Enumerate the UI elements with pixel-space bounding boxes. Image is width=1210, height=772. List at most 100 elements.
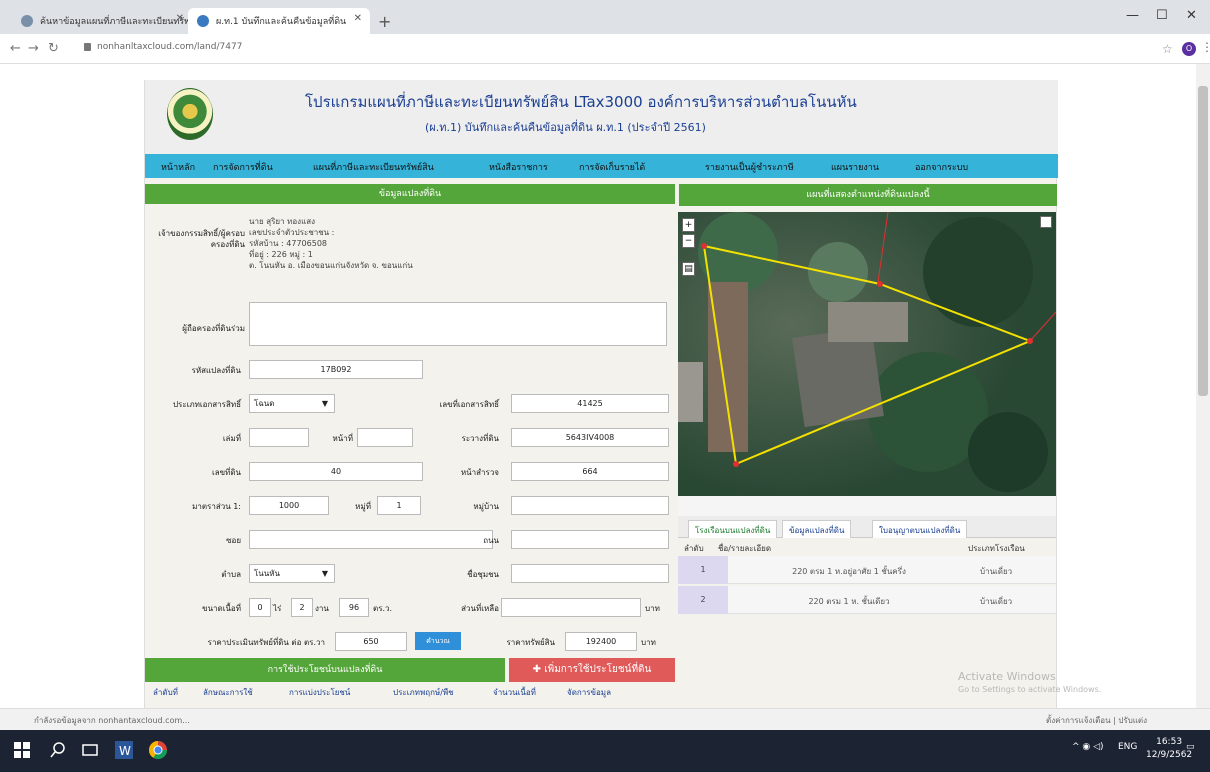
menu-land[interactable]: การจัดการที่ดิน xyxy=(213,160,273,174)
status-bar: กำลังรอข้อมูลจาก nonhantaxcloud.com... ต… xyxy=(0,708,1210,730)
doc-type-label: ประเภทเอกสารสิทธิ์ xyxy=(172,400,241,409)
price-label: ราคาประเมินทรัพย์ที่ดิน ต่อ ตร.วา xyxy=(207,638,325,647)
col-area: จำนวนเนื้อที่ xyxy=(493,688,536,697)
lock-icon xyxy=(84,42,91,51)
area-label: ขนาดเนื้อที่ xyxy=(202,604,241,613)
table-row[interactable]: 2 220 ตรม 1 ห. ชั้นเดียว บ้านเดี่ยว xyxy=(678,586,1056,614)
book-label: เล่มที่ xyxy=(222,434,241,443)
chrome-icon[interactable] xyxy=(148,740,168,760)
maximize-icon[interactable]: ☐ xyxy=(1156,8,1168,23)
search-icon[interactable] xyxy=(48,740,68,760)
scale-label: มาตราส่วน 1: xyxy=(192,502,241,511)
calculate-button[interactable]: คำนวณ xyxy=(415,632,461,650)
organization-logo xyxy=(167,88,213,140)
land-no-input[interactable]: 40 xyxy=(249,462,423,481)
url-field[interactable]: nonhanltaxcloud.com/land/7477 xyxy=(84,42,242,52)
menu-taxpayers[interactable]: รายงานเป็นผู้ชำระภาษี xyxy=(705,160,794,174)
task-view-icon[interactable] xyxy=(80,740,100,760)
close-tab-icon[interactable]: ✕ xyxy=(176,13,184,24)
col-manage: จัดการข้อมูล xyxy=(567,688,611,697)
layers-icon[interactable]: ▤ xyxy=(682,262,695,276)
remaining-input[interactable] xyxy=(501,598,641,617)
back-icon[interactable]: ← xyxy=(10,41,21,56)
scrollbar-thumb[interactable] xyxy=(1198,86,1208,396)
menu-revenue[interactable]: การจัดเก็บรายได้ xyxy=(579,160,645,174)
co-owner-input[interactable] xyxy=(249,302,667,346)
parcel-tabs: โรงเรือนบนแปลงที่ดิน ข้อมูลแปลงที่ดิน ใบ… xyxy=(678,516,1056,538)
tray-icons[interactable]: ^ ◉ ◁) xyxy=(1072,742,1104,752)
menu-documents[interactable]: หนังสือราชการ xyxy=(489,160,548,174)
forward-icon[interactable]: → xyxy=(28,41,39,56)
village-input[interactable] xyxy=(511,496,669,515)
browser-tab[interactable]: ค้นหาข้อมูลแผนที่ภาษีและทะเบียนทรัพย์สิน… xyxy=(12,8,192,34)
page-label: หน้าที่ xyxy=(332,434,353,443)
page-input[interactable] xyxy=(357,428,413,447)
menu-tax-map[interactable]: แผนที่ภาษีและทะเบียนทรัพย์สิน xyxy=(313,160,434,174)
area-wa-input[interactable]: 96 xyxy=(339,598,369,617)
doc-no-input[interactable]: 41425 xyxy=(511,394,669,413)
price-input[interactable]: 650 xyxy=(335,632,407,651)
wa-unit: ตร.ว. xyxy=(373,604,393,613)
browser-tab-active[interactable]: ผ.ท.1 บันทึกและค้นคืนข้อมูลที่ดิน ✕ xyxy=(188,8,370,34)
remaining-label: ส่วนที่เหลือ xyxy=(461,604,499,613)
community-label: ชื่อชุมชน xyxy=(467,570,499,579)
tab-permits[interactable]: ใบอนุญาตบนแปลงที่ดิน xyxy=(872,520,968,538)
close-tab-icon[interactable]: ✕ xyxy=(354,13,362,24)
reload-icon[interactable]: ↻ xyxy=(48,41,59,56)
survey-input[interactable]: 664 xyxy=(511,462,669,481)
close-window-icon[interactable]: ✕ xyxy=(1186,8,1197,23)
new-tab-icon[interactable]: + xyxy=(378,12,391,31)
minimize-icon[interactable]: — xyxy=(1126,8,1139,23)
col-order: ลำดับที่ xyxy=(153,688,178,697)
menu-logout[interactable]: ออกจากระบบ xyxy=(915,160,968,174)
tab-buildings[interactable]: โรงเรือนบนแปลงที่ดิน xyxy=(688,520,778,538)
owner-label: เจ้าของกรรมสิทธิ์/ผู้ครอบครองที่ดิน xyxy=(158,229,245,249)
scale-input[interactable]: 1000 xyxy=(249,496,329,515)
area-ngan-input[interactable]: 2 xyxy=(291,598,313,617)
menu-dots-icon[interactable]: ⋮ xyxy=(1201,40,1210,54)
tab-parcel-info[interactable]: ข้อมูลแปลงที่ดิน xyxy=(782,520,852,538)
add-usage-button[interactable]: ✚ เพิ่มการใช้ประโยชน์ที่ดิน xyxy=(509,658,675,682)
tab-title: ผ.ท.1 บันทึกและค้นคืนข้อมูลที่ดิน xyxy=(216,17,347,27)
map-section-header: แผนที่แสดงตำแหน่งที่ดินแปลงนี้ xyxy=(679,184,1057,206)
windows-taskbar: W ^ ◉ ◁) ENG 16:53 12/9/2562 ▭ xyxy=(0,730,1210,772)
table-header-order: ลำดับ xyxy=(684,544,704,553)
menu-reports[interactable]: แผนรายงาน xyxy=(831,160,879,174)
word-app-icon[interactable]: W xyxy=(114,740,134,760)
parcel-code-label: รหัสแปลงที่ดิน xyxy=(191,366,241,375)
zoom-in-button[interactable]: + xyxy=(682,218,695,232)
remaining-unit: บาท xyxy=(645,604,660,613)
area-rai-input[interactable]: 0 xyxy=(249,598,271,617)
language-indicator[interactable]: ENG xyxy=(1118,742,1137,752)
table-row[interactable]: 1 220 ตรม 1 ห.อยู่อาศัย 1 ชั้นครึ่ง บ้าน… xyxy=(678,556,1056,584)
survey-label: หน้าสำรวจ xyxy=(460,468,499,477)
road-input[interactable] xyxy=(511,530,669,549)
app-title: โปรแกรมแผนที่ภาษีและทะเบียนทรัพย์สิน LTa… xyxy=(305,93,857,111)
bookmark-star-icon[interactable]: ☆ xyxy=(1162,42,1173,56)
community-input[interactable] xyxy=(511,564,669,583)
chevron-down-icon: ▼ xyxy=(321,399,328,408)
parcel-code-input[interactable]: 17B092 xyxy=(249,360,423,379)
village-label: หมู่บ้าน xyxy=(473,502,499,511)
profile-avatar[interactable]: O xyxy=(1182,42,1196,56)
app-subtitle: (ผ.ท.1) บันทึกและค้นคืนข้อมูลที่ดิน ผ.ท.… xyxy=(425,121,706,134)
col-usage: ลักษณะการใช้ xyxy=(203,688,253,697)
doc-type-select[interactable]: โฉนด ▼ xyxy=(249,394,335,413)
book-input[interactable] xyxy=(249,428,309,447)
page-scrollbar[interactable] xyxy=(1196,64,1210,708)
total-input[interactable]: 192400 xyxy=(565,632,637,651)
zoom-out-button[interactable]: − xyxy=(682,234,695,248)
notification-icon[interactable]: ▭ xyxy=(1186,742,1195,752)
fullscreen-icon[interactable] xyxy=(1040,216,1052,228)
table-header-desc: ชื่อ/รายละเอียด xyxy=(718,544,772,553)
windows-start-icon[interactable] xyxy=(12,740,32,760)
satellite-map[interactable] xyxy=(678,212,1056,496)
owner-info: นาย สุริยา ทองแสง เลขประจำตัวประชาชน : ร… xyxy=(249,217,413,270)
map-ref-input[interactable]: 5643IV4008 xyxy=(511,428,669,447)
tambon-label: ตำบล xyxy=(221,570,241,579)
table-header-type: ประเภทโรงเรือน xyxy=(968,544,1025,553)
tab-title: ค้นหาข้อมูลแผนที่ภาษีและทะเบียนทรัพย์สิน xyxy=(40,17,192,27)
menu-home[interactable]: หน้าหลัก xyxy=(161,160,195,174)
tambon-select[interactable]: โนนหัน ▼ xyxy=(249,564,335,583)
col-plant: ประเภทพฤกษ์/พืช xyxy=(393,688,454,697)
